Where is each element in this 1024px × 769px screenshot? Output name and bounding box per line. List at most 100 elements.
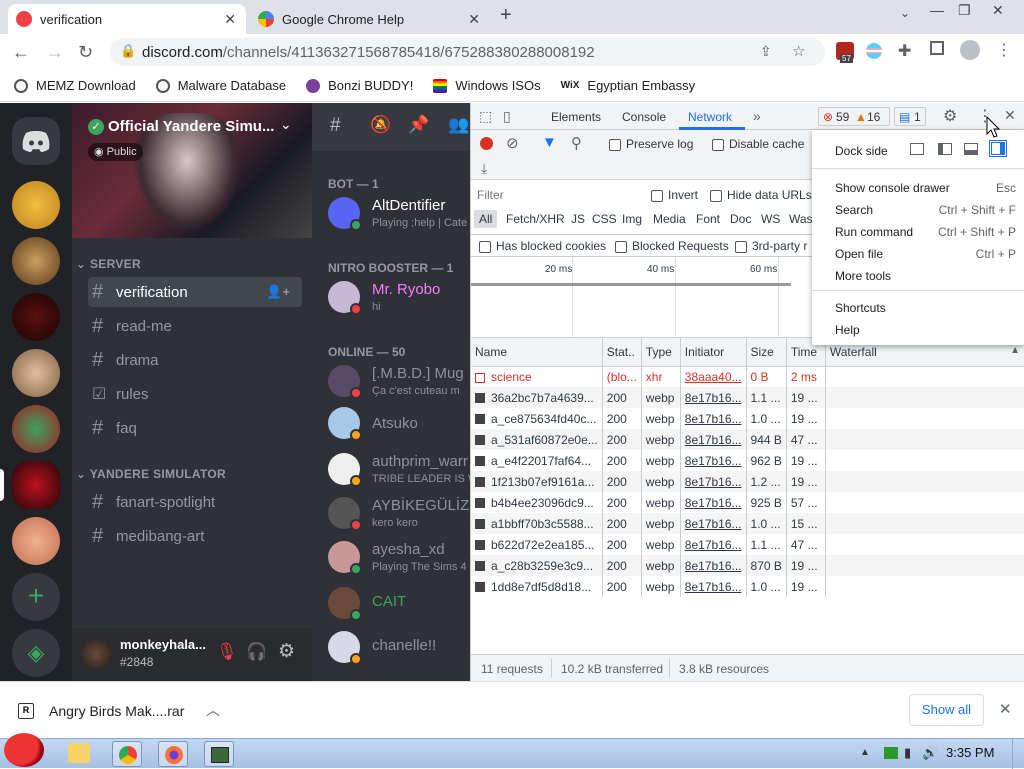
third-party-checkbox[interactable]: 3rd-party r: [735, 239, 807, 253]
settings-gear-icon[interactable]: ⚙: [943, 106, 957, 126]
menu-item-more-tools[interactable]: More tools: [812, 267, 1024, 285]
type-filter-img[interactable]: Img: [622, 212, 642, 226]
table-row[interactable]: 36a2bc7b7a4639... 200 webp 8e17b16... 1.1 ..…: [471, 387, 1024, 408]
undock-icon[interactable]: [910, 143, 924, 155]
table-row[interactable]: b4b4ee23096dc9... 200 webp 8e17b16... 925 B5…: [471, 492, 1024, 513]
bookmark-star-icon[interactable]: ☆: [792, 42, 805, 60]
server-anime-icon[interactable]: [12, 517, 60, 565]
explore-compass-icon[interactable]: ◈: [12, 629, 60, 677]
download-item[interactable]: R Angry Birds Mak....rar ︿: [10, 694, 230, 728]
taskbar-chrome-button[interactable]: [112, 741, 142, 767]
angry-bird-start-icon[interactable]: [4, 733, 44, 767]
filter-input[interactable]: [475, 185, 635, 205]
table-row[interactable]: 1f213b07ef9161a... 200 webp 8e17b16... 1.2 .…: [471, 471, 1024, 492]
menu-item-help[interactable]: Help: [812, 321, 1024, 339]
user-settings-gear-icon[interactable]: ⚙: [278, 640, 295, 663]
invert-checkbox[interactable]: Invert: [651, 188, 698, 202]
table-row[interactable]: a1bbff70b3c5588... 200 webp 8e17b16... 1.0 .…: [471, 513, 1024, 534]
member-item[interactable]: Atsuko: [328, 403, 470, 445]
server-cat-icon[interactable]: [12, 349, 60, 397]
profile-avatar-icon[interactable]: [960, 40, 980, 60]
new-tab-button[interactable]: +: [500, 4, 512, 27]
dock-left-icon[interactable]: [938, 143, 952, 155]
tab-search-icon[interactable]: ⌄: [900, 6, 910, 20]
preserve-log-checkbox[interactable]: Preserve log: [609, 137, 693, 151]
type-filter-ws[interactable]: WS: [761, 212, 780, 226]
avatar[interactable]: [80, 638, 112, 670]
blocked-cookies-checkbox[interactable]: Has blocked cookies: [479, 239, 606, 253]
threads-icon[interactable]: #: [330, 115, 341, 137]
table-row[interactable]: a_c28b3259e3c9... 200 webp 8e17b16... 870 B1…: [471, 555, 1024, 576]
hide-data-urls-checkbox[interactable]: Hide data URLs: [710, 188, 812, 202]
issues-counter[interactable]: ⊗ 59 ▲ 16: [818, 107, 890, 126]
request-initiator[interactable]: 8e17b16...: [680, 471, 747, 492]
messages-counter[interactable]: ▤ 1: [894, 107, 926, 126]
type-filter-css[interactable]: CSS: [592, 212, 617, 226]
column-type[interactable]: Type: [641, 338, 681, 367]
table-row[interactable]: b622d72e2ea185... 200 webp 8e17b16... 1.1 ..…: [471, 534, 1024, 555]
column-size[interactable]: Size: [746, 338, 787, 367]
type-filter-js[interactable]: JS: [571, 212, 585, 226]
import-har-icon[interactable]: ⤓: [481, 160, 487, 177]
server-dog-icon[interactable]: [12, 237, 60, 285]
type-filter-all[interactable]: All: [474, 210, 498, 228]
download-options-chevron-icon[interactable]: ︿: [206, 700, 220, 720]
table-row[interactable]: science (blo... xhr 38aaa40... 0 B2 ms: [471, 366, 1024, 387]
column-status[interactable]: Stat..: [602, 338, 642, 367]
add-server-icon[interactable]: +: [12, 573, 60, 621]
member-item[interactable]: authprim_warr TRIBE LEADER IS W: [328, 449, 470, 491]
mute-mic-icon[interactable]: 🎙: [216, 642, 238, 662]
restore-window-button[interactable]: ❐: [958, 2, 971, 19]
member-item[interactable]: Mr. Ryobo hi: [328, 277, 470, 319]
type-filter-wasm[interactable]: Was: [789, 212, 813, 226]
server-dark-red-icon[interactable]: [12, 293, 60, 341]
discord-home-icon[interactable]: [12, 117, 60, 165]
dock-bottom-icon[interactable]: [964, 143, 978, 155]
request-initiator[interactable]: 8e17b16...: [680, 450, 747, 471]
type-filter-media[interactable]: Media: [653, 212, 686, 226]
server-yandere-icon[interactable]: [12, 461, 60, 509]
menu-item-console-drawer[interactable]: Show console drawer Esc: [812, 179, 1024, 197]
invite-member-icon[interactable]: 👤+: [266, 284, 290, 300]
request-initiator[interactable]: 8e17b16...: [680, 576, 747, 597]
taskbar-firefox-button[interactable]: [158, 741, 188, 767]
blocked-requests-checkbox[interactable]: Blocked Requests: [615, 239, 729, 253]
headphones-icon[interactable]: 🎧: [246, 642, 267, 662]
table-row[interactable]: 1dd8e7df5d8d18... 200 webp 8e17b16... 1.0 ..…: [471, 576, 1024, 597]
flag-extension-icon[interactable]: [866, 43, 882, 59]
type-filter-fetch[interactable]: Fetch/XHR: [506, 212, 565, 226]
table-row[interactable]: a_531af60872e0e... 200 webp 8e17b16... 944 B…: [471, 429, 1024, 450]
back-button[interactable]: ←: [12, 42, 30, 63]
clear-icon[interactable]: ⊘: [506, 134, 519, 152]
close-tab-icon[interactable]: ✕: [468, 11, 480, 28]
channel-rules[interactable]: ☑ rules: [88, 379, 302, 409]
channel-read-me[interactable]: # read-me: [88, 311, 302, 341]
tab-console[interactable]: Console: [622, 110, 666, 124]
column-initiator[interactable]: Initiator: [680, 338, 747, 367]
extensions-puzzle-icon[interactable]: ✚: [898, 41, 911, 61]
member-item[interactable]: ayesha_xd Playing The Sims 4: [328, 537, 470, 579]
member-item[interactable]: AltDentifier Playing ;help | Cate: [328, 193, 470, 235]
menu-item-shortcuts[interactable]: Shortcuts: [812, 299, 1024, 317]
member-item[interactable]: chanelle!!: [328, 627, 470, 669]
volume-tray-icon[interactable]: 🔊: [922, 745, 938, 761]
tab-verification[interactable]: verification ✕: [8, 4, 246, 34]
filter-funnel-icon[interactable]: ▼: [542, 134, 557, 151]
chrome-menu-icon[interactable]: ⋮: [996, 40, 1012, 60]
server-doge-icon[interactable]: [12, 181, 60, 229]
tab-network[interactable]: Network: [688, 110, 732, 124]
server-colorful-icon[interactable]: [12, 405, 60, 453]
signal-tray-icon[interactable]: ▮: [904, 745, 911, 761]
close-devtools-icon[interactable]: ✕: [1004, 107, 1016, 124]
forward-button[interactable]: →: [46, 42, 64, 63]
member-list-toggle-icon[interactable]: 👥: [448, 115, 469, 135]
channel-faq[interactable]: # faq: [88, 413, 302, 443]
category-yandere[interactable]: ⌄ YANDERE SIMULATOR: [76, 467, 226, 481]
request-initiator[interactable]: 8e17b16...: [680, 534, 747, 555]
channel-verification[interactable]: # verification 👤+: [88, 277, 302, 307]
minimize-window-button[interactable]: —: [930, 2, 944, 18]
show-desktop-button[interactable]: [1012, 739, 1024, 769]
disable-cache-checkbox[interactable]: Disable cache: [712, 137, 804, 151]
dock-right-icon[interactable]: [989, 140, 1007, 157]
menu-item-run-command[interactable]: Run command Ctrl + Shift + P: [812, 223, 1024, 241]
